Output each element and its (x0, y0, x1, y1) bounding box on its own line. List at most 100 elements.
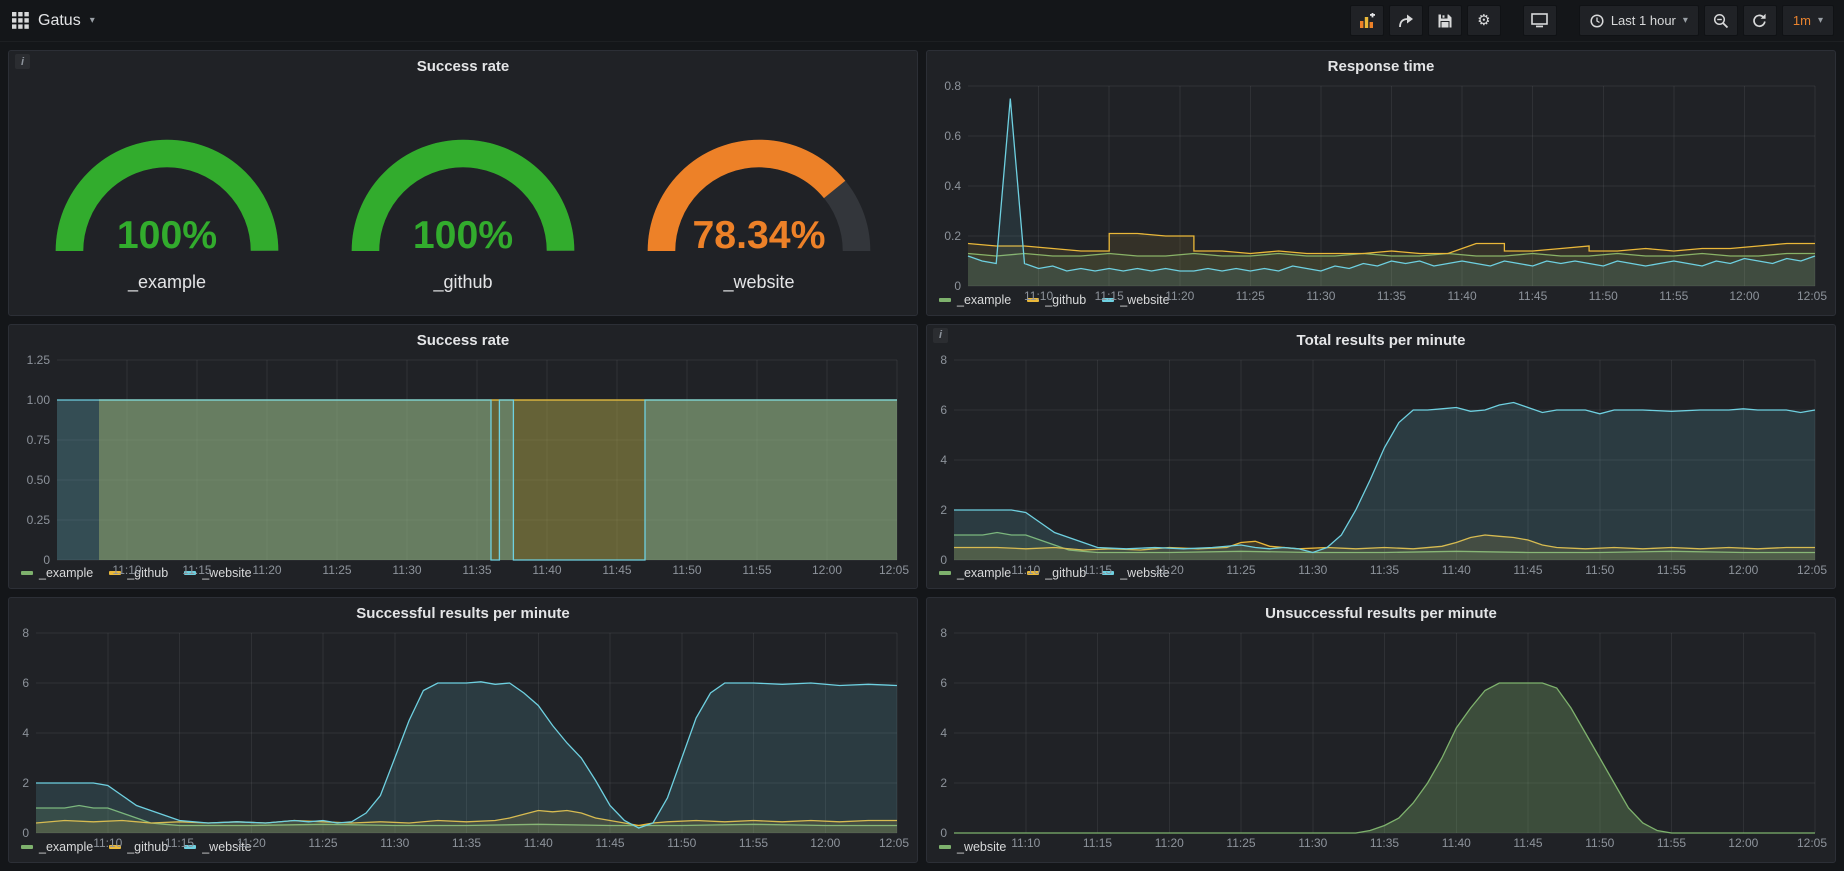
successful-results-chart[interactable]: 0246811:1011:1511:2011:2511:3011:3511:40… (15, 625, 911, 837)
time-range-label: Last 1 hour (1611, 13, 1676, 28)
svg-text:12:00: 12:00 (810, 836, 840, 850)
svg-text:12:00: 12:00 (1728, 563, 1758, 577)
info-icon[interactable]: i (933, 328, 948, 343)
svg-text:12:00: 12:00 (812, 563, 842, 577)
svg-text:11:45: 11:45 (1513, 836, 1542, 850)
svg-text:100%: 100% (413, 213, 513, 257)
svg-text:11:55: 11:55 (739, 836, 768, 850)
svg-text:11:15: 11:15 (1095, 289, 1124, 303)
svg-text:1.25: 1.25 (27, 353, 51, 367)
svg-text:1.00: 1.00 (27, 393, 51, 407)
svg-text:11:10: 11:10 (1011, 836, 1040, 850)
svg-text:2: 2 (22, 776, 29, 790)
dashboard-picker[interactable]: Gatus ▾ (12, 12, 95, 30)
info-icon[interactable]: i (15, 54, 30, 69)
svg-text:11:40: 11:40 (1448, 289, 1477, 303)
svg-text:11:20: 11:20 (1155, 836, 1184, 850)
total-results-chart[interactable]: 0246811:1011:1511:2011:2511:3011:3511:40… (933, 352, 1829, 564)
save-icon (1437, 13, 1453, 29)
svg-text:11:20: 11:20 (237, 836, 266, 850)
svg-text:11:10: 11:10 (93, 836, 122, 850)
gear-icon: ⚙ (1477, 13, 1490, 28)
gauge-row: 100% _example 100% _github 78.34% _website (9, 78, 917, 315)
add-panel-button[interactable] (1350, 5, 1384, 36)
panel-title[interactable]: Success rate (9, 325, 917, 352)
tv-mode-button[interactable] (1523, 5, 1557, 36)
time-range-picker[interactable]: Last 1 hour ▾ (1579, 5, 1699, 36)
share-icon (1398, 13, 1414, 29)
panel-title[interactable]: Response time (927, 51, 1835, 78)
svg-text:0: 0 (940, 826, 947, 840)
svg-text:0: 0 (43, 553, 50, 567)
zoom-out-icon (1713, 13, 1729, 29)
svg-text:0.8: 0.8 (944, 79, 961, 93)
chevron-down-icon: ▾ (1683, 15, 1688, 26)
svg-text:12:05: 12:05 (879, 836, 909, 850)
settings-button[interactable]: ⚙ (1467, 5, 1501, 36)
svg-text:11:25: 11:25 (322, 563, 351, 577)
svg-text:6: 6 (940, 403, 947, 417)
svg-text:11:30: 11:30 (392, 563, 421, 577)
svg-text:0.2: 0.2 (944, 229, 961, 243)
refresh-icon (1752, 13, 1767, 28)
clock-icon (1590, 14, 1604, 28)
svg-text:11:55: 11:55 (1659, 289, 1688, 303)
panel-title[interactable]: Success rate (9, 51, 917, 78)
refresh-interval-picker[interactable]: 1m ▾ (1782, 5, 1834, 36)
svg-text:11:50: 11:50 (1585, 836, 1614, 850)
svg-text:11:15: 11:15 (165, 836, 194, 850)
chevron-down-icon: ▾ (1818, 15, 1823, 26)
svg-text:11:20: 11:20 (1155, 563, 1184, 577)
svg-text:78.34%: 78.34% (692, 213, 825, 257)
svg-text:11:25: 11:25 (1236, 289, 1265, 303)
response-time-chart[interactable]: 00.20.40.60.811:1011:1511:2011:2511:3011… (933, 78, 1829, 290)
panel-success-rate-timeseries: Success rate 00.250.500.751.001.2511:101… (8, 324, 918, 590)
svg-text:11:25: 11:25 (1226, 836, 1255, 850)
svg-text:11:10: 11:10 (112, 563, 141, 577)
share-button[interactable] (1389, 5, 1423, 36)
svg-text:0.6: 0.6 (944, 129, 961, 143)
svg-text:8: 8 (940, 626, 947, 640)
svg-text:11:30: 11:30 (380, 836, 409, 850)
monitor-icon (1531, 13, 1548, 28)
svg-text:0: 0 (22, 826, 29, 840)
svg-text:11:40: 11:40 (1442, 563, 1471, 577)
svg-text:11:55: 11:55 (1657, 836, 1686, 850)
gauge-label: _github (433, 272, 492, 293)
save-button[interactable] (1428, 5, 1462, 36)
zoom-out-button[interactable] (1704, 5, 1738, 36)
refresh-button[interactable] (1743, 5, 1777, 36)
gauge-label: _example (128, 272, 206, 293)
svg-text:4: 4 (22, 726, 29, 740)
gauge-label: _website (723, 272, 794, 293)
panel-title[interactable]: Total results per minute (927, 325, 1835, 352)
svg-text:0.75: 0.75 (27, 433, 51, 447)
panel-title[interactable]: Successful results per minute (9, 598, 917, 625)
gauge-arc: 78.34% (621, 92, 897, 268)
svg-text:11:30: 11:30 (1298, 836, 1327, 850)
svg-text:11:35: 11:35 (452, 836, 481, 850)
svg-text:11:40: 11:40 (532, 563, 561, 577)
success-rate-chart[interactable]: 00.250.500.751.001.2511:1011:1511:2011:2… (15, 352, 911, 564)
svg-text:12:00: 12:00 (1728, 836, 1758, 850)
gauge: 100% _example (29, 92, 305, 293)
svg-text:11:50: 11:50 (1585, 563, 1614, 577)
svg-text:12:05: 12:05 (1797, 563, 1827, 577)
panel-title[interactable]: Unsuccessful results per minute (927, 598, 1835, 625)
gauge-arc: 100% (325, 92, 601, 268)
svg-text:11:45: 11:45 (595, 836, 624, 850)
panel-success-rate-gauges: i Success rate 100% _example 100% _github 78… (8, 50, 918, 316)
svg-text:11:35: 11:35 (1370, 563, 1399, 577)
svg-text:8: 8 (940, 353, 947, 367)
gauge-arc: 100% (29, 92, 305, 268)
gauge: 100% _github (325, 92, 601, 293)
unsuccessful-results-chart[interactable]: 0246811:1011:1511:2011:2511:3011:3511:40… (933, 625, 1829, 837)
navbar-actions: ⚙ Last 1 hour ▾ (1350, 5, 1834, 36)
svg-text:11:15: 11:15 (182, 563, 211, 577)
panel-total-results: i Total results per minute 0246811:1011:… (926, 324, 1836, 590)
svg-text:11:20: 11:20 (252, 563, 281, 577)
svg-text:11:45: 11:45 (602, 563, 631, 577)
panel-response-time: Response time 00.20.40.60.811:1011:1511:… (926, 50, 1836, 316)
svg-text:11:50: 11:50 (667, 836, 696, 850)
dashboard-grid: i Success rate 100% _example 100% _github 78… (0, 42, 1844, 871)
